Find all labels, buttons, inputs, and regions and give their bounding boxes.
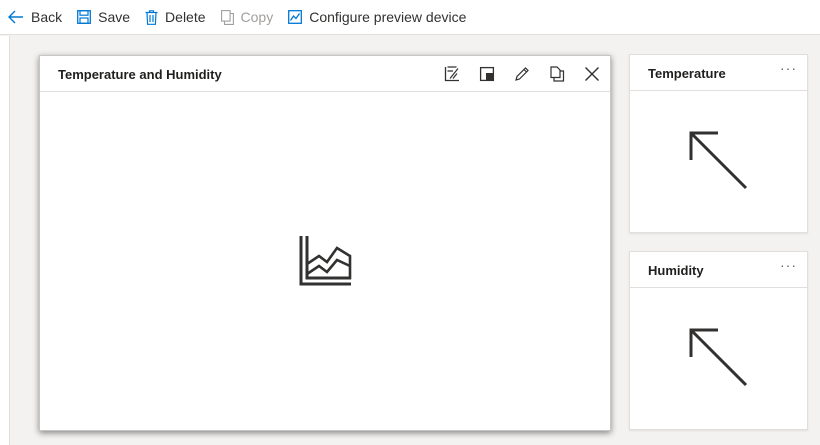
tile-header: Temperature ··· <box>630 55 807 91</box>
delete-label: Delete <box>165 9 206 25</box>
back-label: Back <box>31 9 63 25</box>
chart-settings-button[interactable] <box>442 64 462 84</box>
tile-humidity[interactable]: Humidity ··· <box>629 251 808 430</box>
chart-settings-icon <box>444 66 459 82</box>
copy-button[interactable]: Copy <box>213 0 281 35</box>
configure-preview-device-button[interactable]: Configure preview device <box>280 0 473 35</box>
tile-header: Temperature and Humidity <box>40 56 610 92</box>
back-arrow-icon <box>8 10 23 24</box>
arrow-up-left-icon <box>689 328 748 387</box>
tile-title: Humidity <box>648 263 704 278</box>
tile-title: Temperature and Humidity <box>58 67 222 82</box>
close-icon <box>585 67 599 81</box>
save-icon <box>77 10 92 24</box>
tile-actions <box>427 64 602 84</box>
more-options-button[interactable]: ··· <box>780 60 797 76</box>
tile-size-button[interactable] <box>477 64 497 84</box>
tile-title: Temperature <box>648 66 726 81</box>
chart-line-icon <box>288 10 303 24</box>
copy-label: Copy <box>240 9 274 25</box>
back-button[interactable]: Back <box>0 0 69 35</box>
trash-icon <box>145 9 158 25</box>
edit-pencil-icon <box>515 67 529 81</box>
tile-header: Humidity ··· <box>630 252 807 288</box>
copy-tile-button[interactable] <box>547 64 567 84</box>
left-rail <box>0 36 10 445</box>
copy-icon <box>550 66 565 82</box>
save-button[interactable]: Save <box>69 0 137 35</box>
edit-tile-button[interactable] <box>512 64 532 84</box>
delete-button[interactable]: Delete <box>137 0 212 35</box>
save-label: Save <box>98 9 131 25</box>
command-bar: Back Save Delete Copy Configure preview … <box>0 0 820 35</box>
tile-temperature[interactable]: Temperature ··· <box>629 54 808 233</box>
arrow-up-left-icon <box>689 131 748 190</box>
configure-preview-device-label: Configure preview device <box>309 9 467 25</box>
close-tile-button[interactable] <box>582 64 602 84</box>
copy-icon <box>220 9 234 25</box>
tile-temperature-and-humidity[interactable]: Temperature and Humidity <box>39 55 611 431</box>
area-chart-icon <box>299 236 352 286</box>
size-icon <box>479 66 495 82</box>
more-options-button[interactable]: ··· <box>780 257 797 273</box>
